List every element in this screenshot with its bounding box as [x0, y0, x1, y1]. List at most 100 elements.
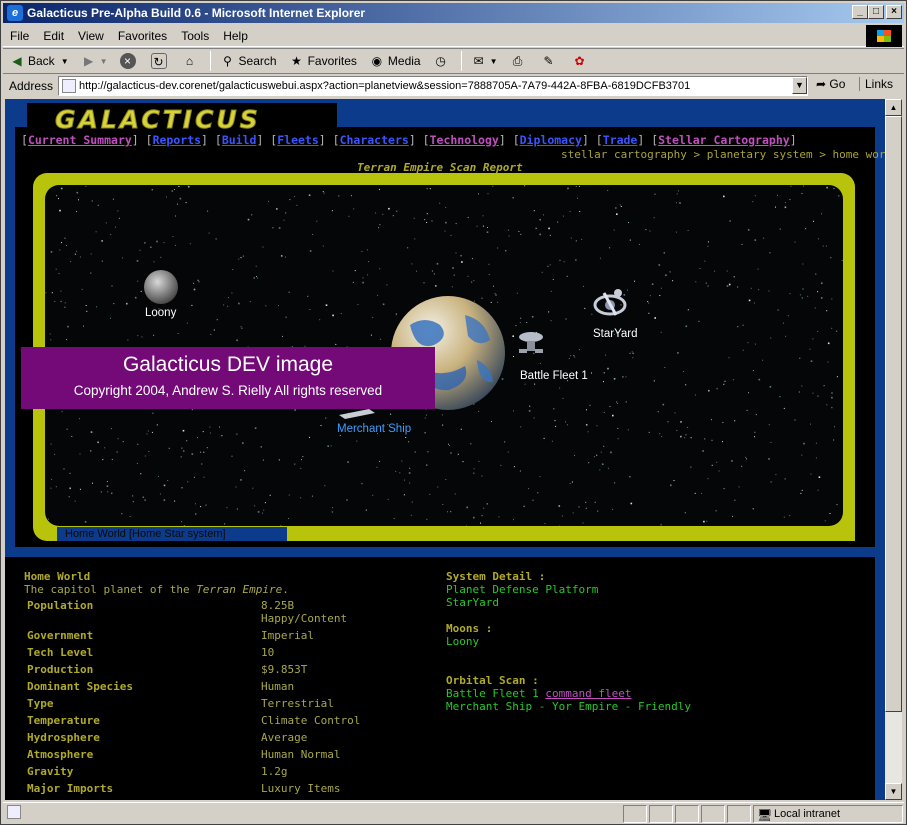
nav-stellar-cartography[interactable]: Stellar Cartography	[658, 133, 790, 147]
star	[591, 313, 593, 315]
star	[450, 234, 452, 236]
nav-trade[interactable]: Trade	[603, 133, 638, 147]
star	[810, 473, 812, 475]
star	[272, 227, 274, 229]
stop-button[interactable]: ×	[114, 50, 145, 72]
star	[741, 243, 743, 245]
star	[85, 185, 87, 187]
station-staryard[interactable]	[593, 289, 627, 316]
menu-help[interactable]: Help	[216, 29, 255, 43]
forward-button[interactable]: ▶ ▼	[75, 50, 114, 72]
star	[255, 265, 257, 267]
links-button[interactable]: Links	[859, 77, 893, 91]
staryard-label[interactable]: StarYard	[593, 328, 638, 340]
star	[801, 297, 803, 299]
merchant-ship-label[interactable]: Merchant Ship	[337, 423, 411, 435]
star	[404, 479, 405, 481]
refresh-button[interactable]: ↻	[145, 50, 176, 72]
star	[249, 301, 251, 303]
search-icon: ⚲	[223, 54, 232, 68]
star	[63, 468, 65, 470]
home-button[interactable]: ⌂	[176, 50, 207, 72]
details-heading: Home World	[24, 570, 91, 583]
star	[244, 470, 246, 472]
nav-fleets[interactable]: Fleets	[277, 133, 319, 147]
history-button[interactable]: ◷	[427, 50, 458, 72]
star	[447, 511, 448, 513]
scroll-down-icon[interactable]: ▼	[885, 783, 902, 800]
nav-build[interactable]: Build	[222, 133, 257, 147]
star	[362, 277, 364, 279]
star	[800, 492, 802, 494]
messenger-button[interactable]: ✿	[566, 50, 597, 72]
favorites-button[interactable]: ★ Favorites	[283, 50, 363, 72]
star	[64, 302, 66, 304]
star	[278, 459, 280, 461]
nav-reports[interactable]: Reports	[153, 133, 201, 147]
star	[262, 246, 264, 248]
moon-loony[interactable]	[144, 270, 178, 304]
star	[565, 318, 567, 320]
nav-diplomacy[interactable]: Diplomacy	[520, 133, 582, 147]
star	[142, 496, 144, 498]
star	[597, 510, 599, 512]
star	[711, 439, 713, 441]
menu-favorites[interactable]: Favorites	[111, 29, 174, 43]
scroll-thumb[interactable]	[885, 116, 902, 712]
star	[836, 330, 838, 332]
star	[375, 212, 377, 214]
star	[209, 426, 211, 428]
menu-tools[interactable]: Tools	[174, 29, 216, 43]
minimize-button[interactable]: _	[852, 5, 868, 19]
star	[411, 501, 413, 503]
media-button[interactable]: ◉ Media	[363, 50, 427, 72]
mail-button[interactable]: ✉ ▼	[465, 50, 504, 72]
nav-technology[interactable]: Technology	[430, 133, 499, 147]
star	[770, 441, 772, 443]
star	[268, 200, 270, 202]
back-dropdown-icon[interactable]: ▼	[61, 57, 69, 66]
star	[55, 268, 57, 270]
star	[722, 441, 723, 443]
back-button[interactable]: ◀ Back ▼	[3, 50, 75, 72]
star	[69, 487, 71, 490]
galacticus-logo: GALACTICUS	[55, 105, 261, 135]
star	[667, 421, 669, 423]
menu-view[interactable]: View	[71, 29, 111, 43]
star	[670, 484, 672, 487]
star	[202, 431, 204, 433]
nav-current-summary[interactable]: Current Summary	[28, 133, 132, 147]
star	[676, 430, 678, 431]
edit-button[interactable]: ✎	[535, 50, 566, 72]
merchant-ship[interactable]	[339, 409, 375, 419]
address-input[interactable]: http://galacticus-dev.corenet/galacticus…	[58, 76, 808, 96]
star	[382, 303, 385, 306]
forward-dropdown-icon[interactable]: ▼	[100, 57, 108, 66]
attribute-label: Temperature	[27, 714, 100, 727]
scroll-up-icon[interactable]: ▲	[885, 99, 902, 116]
star	[754, 195, 756, 197]
battle-fleet-label[interactable]: Battle Fleet 1	[520, 370, 588, 382]
star	[160, 256, 162, 258]
star	[724, 380, 726, 382]
menu-file[interactable]: File	[3, 29, 36, 43]
search-button[interactable]: ⚲ Search	[214, 50, 283, 72]
star	[221, 435, 223, 437]
star	[163, 242, 165, 244]
menu-edit[interactable]: Edit	[36, 29, 71, 43]
moon-loony-label[interactable]: Loony	[145, 307, 176, 319]
print-button[interactable]: ⎙	[504, 50, 535, 72]
star	[45, 292, 47, 294]
star	[96, 306, 98, 308]
vertical-scrollbar[interactable]: ▲ ▼	[885, 99, 902, 800]
battle-fleet-ship[interactable]	[519, 332, 543, 353]
close-button[interactable]: ×	[886, 5, 902, 19]
star	[752, 508, 754, 510]
nav-characters[interactable]: Characters	[340, 133, 409, 147]
command-fleet-link[interactable]: command fleet	[545, 687, 631, 700]
star	[528, 410, 531, 412]
star	[566, 275, 568, 277]
go-button[interactable]: ➦ Go	[816, 77, 845, 91]
address-dropdown-icon[interactable]: ▼	[792, 77, 807, 94]
maximize-button[interactable]: □	[868, 5, 884, 19]
